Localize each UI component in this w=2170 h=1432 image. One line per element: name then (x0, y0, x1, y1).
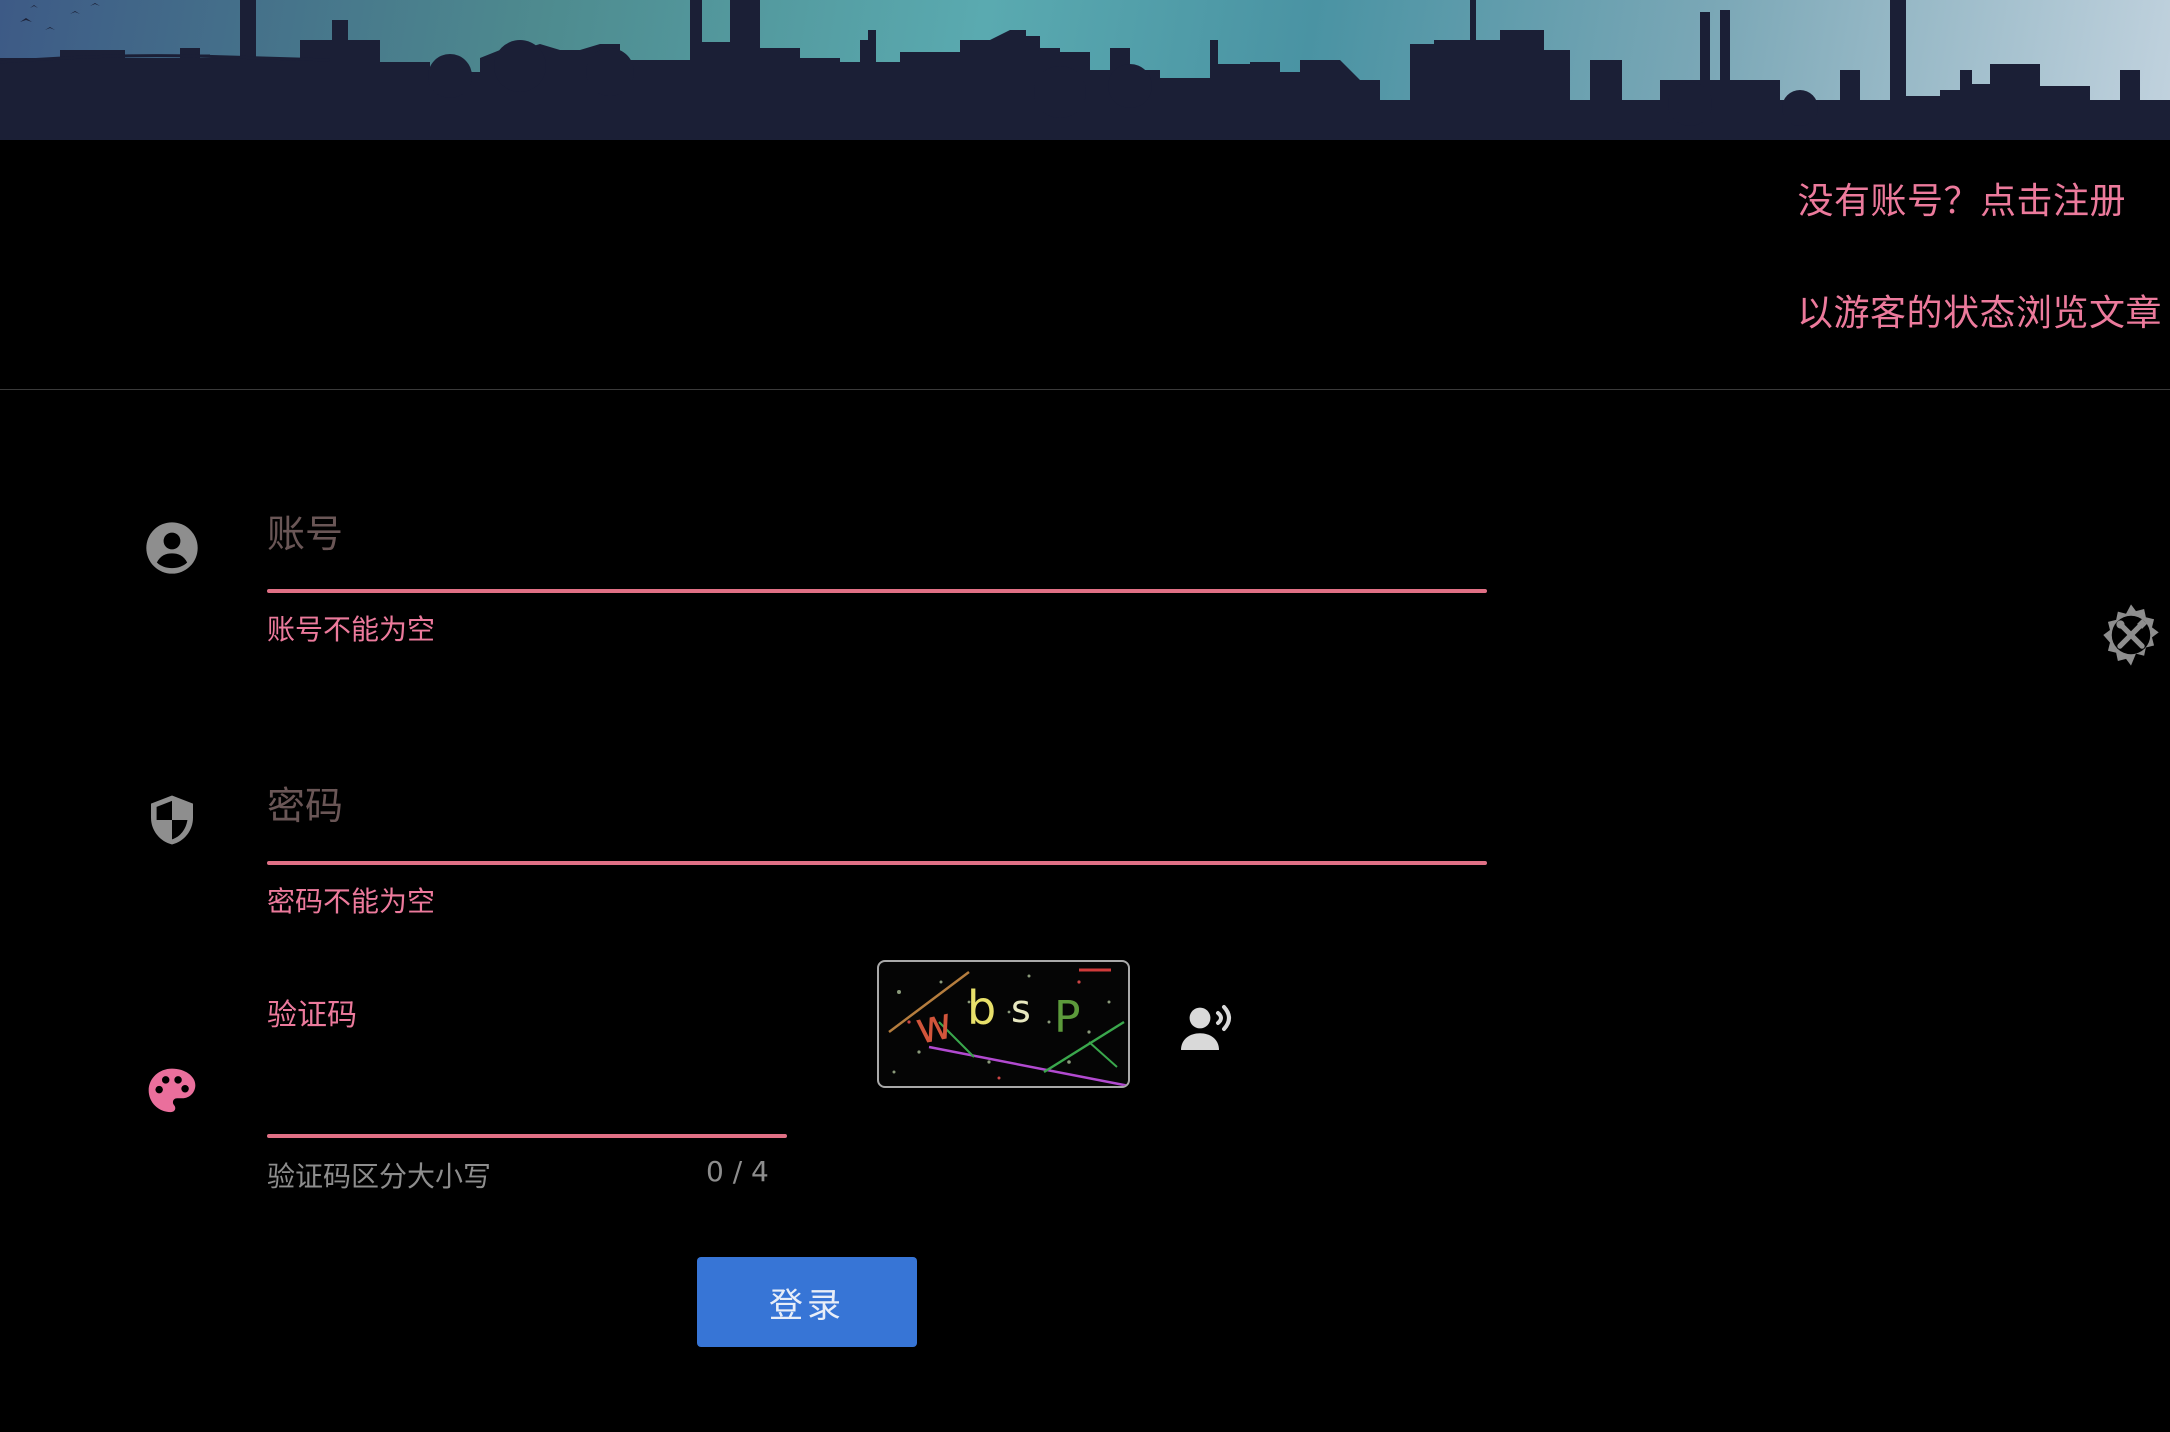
city-skyline-illustration (0, 0, 2170, 140)
captcha-input[interactable] (267, 1068, 787, 1128)
account-error-message: 账号不能为空 (267, 613, 436, 646)
header-banner (0, 0, 2170, 140)
header-divider (0, 389, 2170, 390)
palette-icon (144, 1064, 200, 1120)
captcha-char-counter: 0 / 4 (706, 1155, 769, 1188)
account-input[interactable] (267, 504, 1487, 564)
account-input-underline (267, 589, 1487, 593)
shield-icon (144, 792, 200, 848)
captcha-char: s (1011, 987, 1031, 1031)
register-link[interactable]: 没有账号？点击注册 (1797, 172, 2126, 224)
captcha-hint: 验证码区分大小写 (267, 1160, 492, 1193)
guest-browse-link[interactable]: 以游客的状态浏览文章 (1797, 284, 2162, 336)
password-input-underline (267, 861, 1487, 865)
captcha-char: w (911, 998, 957, 1055)
password-error-message: 密码不能为空 (267, 885, 436, 918)
captcha-input-underline (267, 1134, 787, 1138)
captcha-label: 验证码 (267, 998, 357, 1033)
captcha-char: P (1054, 992, 1081, 1043)
voice-speaker-icon[interactable] (1178, 1000, 1240, 1056)
captcha-char: b (967, 981, 996, 1035)
account-circle-icon (144, 520, 200, 576)
login-button[interactable]: 登录 (697, 1257, 917, 1347)
password-input[interactable] (267, 776, 1487, 836)
gear-tools-icon[interactable] (2096, 600, 2166, 670)
captcha-image[interactable]: w b s P (877, 960, 1130, 1088)
